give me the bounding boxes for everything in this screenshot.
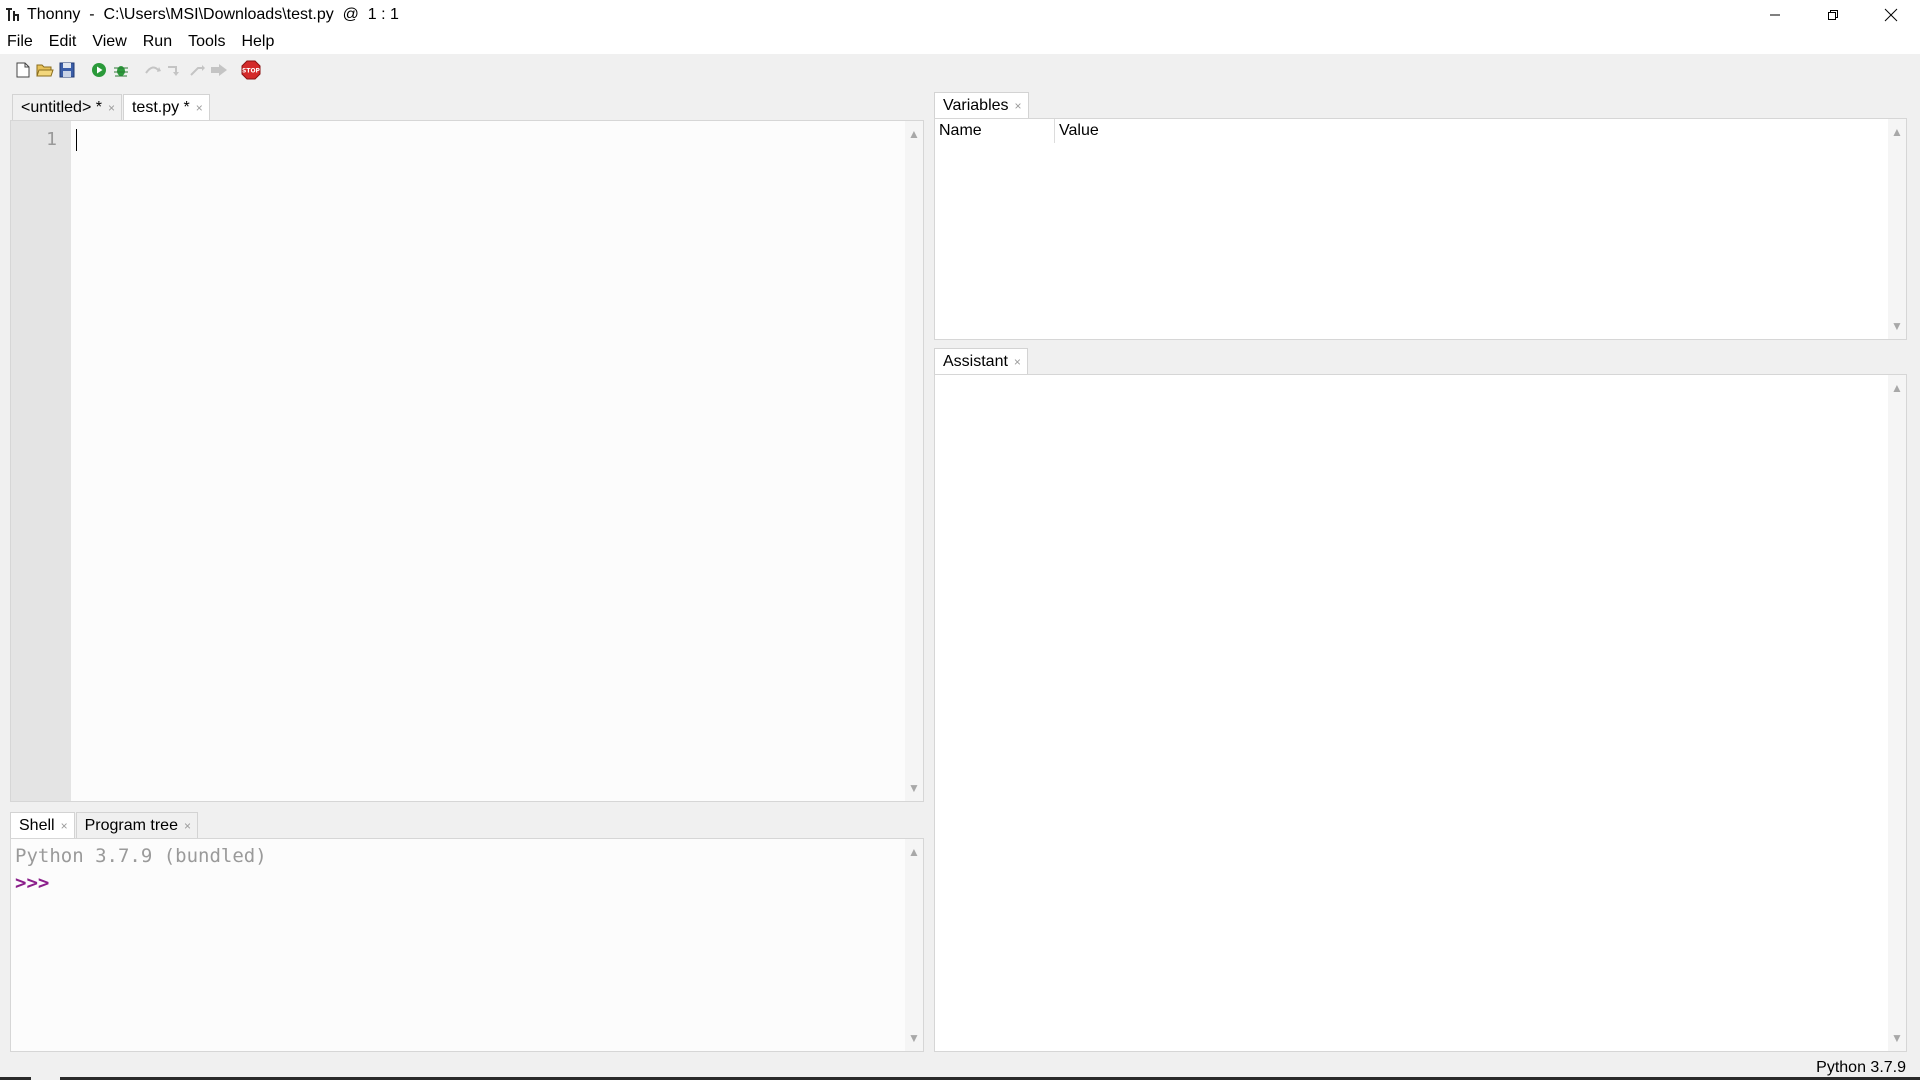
tab-label: Variables [943, 96, 1009, 114]
save-button[interactable] [56, 59, 78, 81]
thonny-logo-icon [5, 6, 21, 24]
menu-bar: File Edit View Run Tools Help [0, 30, 1920, 54]
close-icon[interactable]: × [184, 819, 191, 833]
line-number-gutter: 1 [11, 121, 71, 801]
restore-icon [1828, 10, 1838, 20]
close-icon[interactable]: × [108, 101, 115, 115]
step-out-button[interactable] [186, 59, 208, 81]
tab-label: test.py * [131, 98, 190, 116]
run-button[interactable] [88, 59, 110, 81]
stop-button[interactable]: STOP [240, 59, 262, 81]
menu-tools[interactable]: Tools [188, 33, 225, 51]
tab-untitled[interactable]: <untitled> * × [12, 94, 122, 120]
save-icon [59, 62, 75, 78]
resume-icon [211, 64, 227, 76]
variables-table-header: Name Value [935, 119, 1906, 143]
shell-console[interactable]: Python 3.7.9 (bundled) >>> ▲ ▼ [10, 838, 924, 1052]
open-file-button[interactable] [34, 59, 56, 81]
shell-scrollbar[interactable]: ▲ ▼ [905, 839, 923, 1051]
step-over-button[interactable] [142, 59, 164, 81]
window-controls [1746, 0, 1920, 30]
shell-banner: Python 3.7.9 (bundled) [15, 845, 267, 867]
scroll-up-icon[interactable]: ▲ [1888, 379, 1906, 397]
tab-program-tree[interactable]: Program tree × [75, 812, 198, 838]
close-icon[interactable]: × [1015, 99, 1022, 113]
title-bar: Thonny - C:\Users\MSI\Downloads\test.py … [0, 0, 1920, 30]
step-into-button[interactable] [164, 59, 186, 81]
scroll-down-icon[interactable]: ▼ [1888, 317, 1906, 335]
stop-label: STOP [242, 68, 261, 75]
tab-label: <untitled> * [21, 98, 102, 116]
minimize-button[interactable] [1746, 0, 1804, 30]
shell-tab-strip: Shell × Program tree × [10, 812, 199, 838]
interpreter-status[interactable]: Python 3.7.9 [1816, 1059, 1906, 1077]
minimize-icon [1770, 14, 1780, 16]
debug-icon [114, 66, 128, 77]
scroll-down-icon[interactable]: ▼ [905, 779, 923, 797]
scroll-up-icon[interactable]: ▲ [1888, 123, 1906, 141]
assistant-panel[interactable]: ▲ ▼ [934, 374, 1907, 1052]
maximize-button[interactable] [1804, 0, 1862, 30]
run-icon [92, 63, 106, 77]
step-out-icon [190, 65, 205, 76]
menu-edit[interactable]: Edit [49, 33, 77, 51]
text-cursor [76, 129, 77, 151]
variables-table[interactable]: Name Value ▲ ▼ [934, 118, 1907, 340]
assistant-scrollbar[interactable]: ▲ ▼ [1888, 375, 1906, 1051]
close-button[interactable] [1862, 0, 1920, 30]
assistant-tab-strip: Assistant × [934, 348, 1029, 374]
shell-prompt: >>> [15, 872, 50, 894]
column-header-name[interactable]: Name [935, 119, 1055, 143]
toolbar: STOP [0, 56, 262, 84]
open-file-icon [36, 64, 54, 77]
tab-shell[interactable]: Shell × [10, 812, 75, 838]
editor-tab-strip: <untitled> * × test.py * × [12, 94, 211, 120]
column-header-value[interactable]: Value [1055, 119, 1099, 143]
close-icon[interactable]: × [61, 819, 68, 833]
scroll-up-icon[interactable]: ▲ [905, 125, 923, 143]
stop-icon: STOP [241, 60, 261, 80]
window-title: Thonny - C:\Users\MSI\Downloads\test.py … [27, 6, 399, 23]
tab-test-py[interactable]: test.py * × [122, 94, 210, 120]
variables-tab-strip: Variables × [934, 92, 1030, 118]
menu-help[interactable]: Help [241, 33, 274, 51]
scroll-up-icon[interactable]: ▲ [905, 843, 923, 861]
shell-output: Python 3.7.9 (bundled) >>> [15, 843, 267, 897]
close-icon [1884, 8, 1898, 22]
menu-run[interactable]: Run [143, 33, 172, 51]
line-number: 1 [46, 129, 57, 150]
resume-button[interactable] [208, 59, 230, 81]
new-file-icon [16, 62, 30, 78]
menu-view[interactable]: View [92, 33, 126, 51]
code-editor[interactable]: 1 ▲ ▼ [10, 120, 924, 802]
tab-label: Shell [19, 816, 55, 834]
new-file-button[interactable] [12, 59, 34, 81]
close-icon[interactable]: × [196, 101, 203, 115]
debug-button[interactable] [110, 59, 132, 81]
tab-label: Program tree [84, 816, 178, 834]
variables-scrollbar[interactable]: ▲ ▼ [1888, 119, 1906, 339]
step-over-icon [145, 66, 161, 74]
step-into-icon [168, 66, 179, 76]
close-icon[interactable]: × [1014, 355, 1021, 369]
scroll-down-icon[interactable]: ▼ [1888, 1029, 1906, 1047]
tab-label: Assistant [943, 352, 1008, 370]
menu-file[interactable]: File [7, 33, 33, 51]
editor-scrollbar[interactable]: ▲ ▼ [905, 121, 923, 801]
tab-variables[interactable]: Variables × [934, 92, 1029, 118]
tab-assistant[interactable]: Assistant × [934, 348, 1028, 374]
scroll-down-icon[interactable]: ▼ [905, 1029, 923, 1047]
